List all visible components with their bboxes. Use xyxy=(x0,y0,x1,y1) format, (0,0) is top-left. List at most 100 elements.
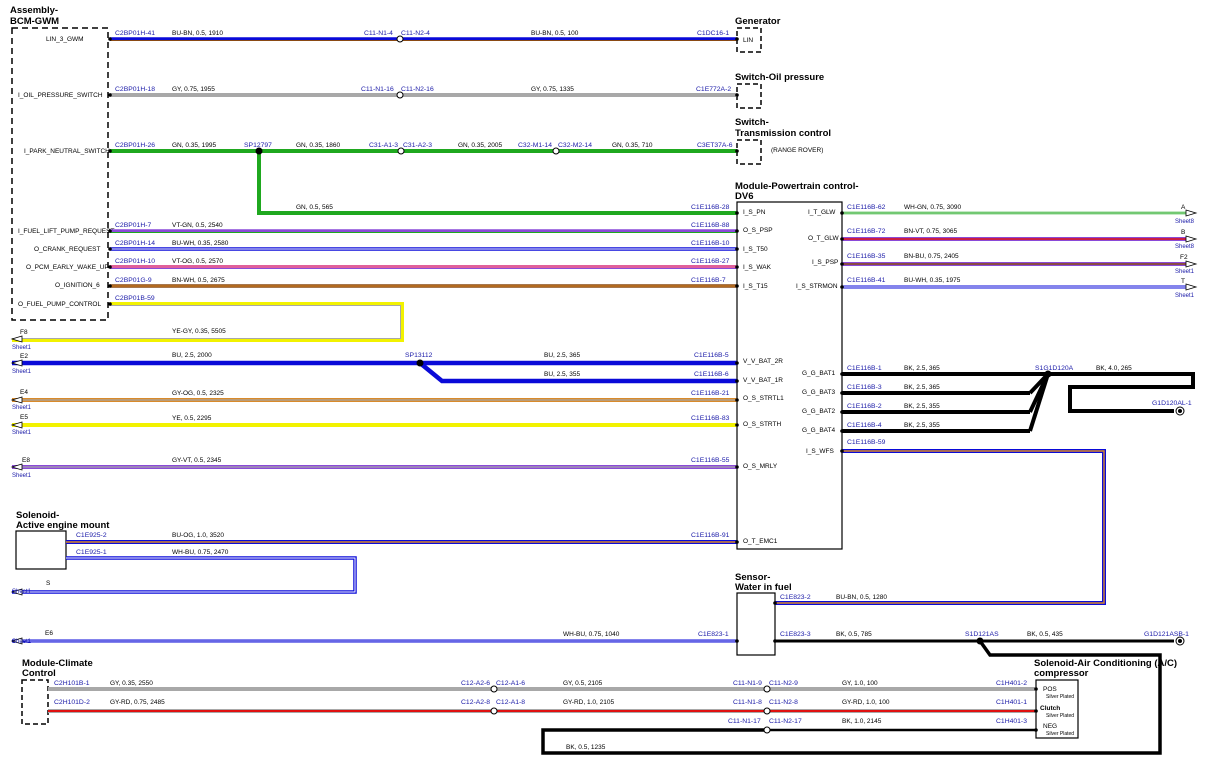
wire-label: BN-BU, 0.75, 2405 xyxy=(904,253,959,260)
conn-label: C1E116B-28 xyxy=(691,204,730,211)
connector-labels: C2BP01H-41 C11-N1-4 C11-N2-4 C1DC16-1 C2… xyxy=(54,30,1192,725)
offsheet-e4-sheet[interactable]: Sheet1 xyxy=(12,405,32,411)
wire-label: GY, 0.35, 2550 xyxy=(110,680,153,687)
conn-label: C2BP01B-59 xyxy=(115,295,155,302)
wire-label: GY, 0.75, 1335 xyxy=(531,86,574,93)
oil-switch-box xyxy=(736,83,762,109)
ac-plating-2: Silver Plated xyxy=(1046,713,1074,719)
wire-wake xyxy=(110,265,737,269)
pcm-pin-r3: I_S_PSP xyxy=(812,259,838,266)
conn-label: C1E116B-10 xyxy=(691,240,730,247)
climate-box xyxy=(21,679,49,725)
conn-label: G1D120AL-1 xyxy=(1152,400,1192,407)
pcm-pin-l8: O_S_STRTL1 xyxy=(743,395,784,402)
pcm-pin-r6: G_G_BAT3 xyxy=(802,389,836,396)
offsheet-e5-sheet[interactable]: Sheet1 xyxy=(12,430,32,436)
wire-label: BU-BN, 0.5, 1280 xyxy=(836,594,887,601)
pcm-pin-l10: O_S_MRLY xyxy=(743,463,778,470)
conn-label: C1E925-2 xyxy=(76,532,107,539)
offsheet-e8-sheet[interactable]: Sheet1 xyxy=(12,473,32,479)
conn-label: C1DC16-1 xyxy=(697,30,729,37)
offsheet-e6-sheet[interactable]: Sheet1 xyxy=(12,639,32,645)
wire-wfs xyxy=(775,449,1106,605)
ac-plating-3: Silver Plated xyxy=(1046,731,1074,737)
offsheet-a: A xyxy=(1181,204,1186,211)
wire-label: BK, 1.0, 2145 xyxy=(842,718,882,725)
offsheet-t-sheet[interactable]: Sheet1 xyxy=(1175,293,1195,299)
wire-label: WH-BU, 0.75, 2470 xyxy=(172,549,229,556)
bcm-pin-5: O_CRANK_REQUEST xyxy=(34,246,100,253)
wire-label: BU-OG, 1.0, 3520 xyxy=(172,532,224,539)
wire-label: BK, 4.0, 265 xyxy=(1096,365,1132,372)
conn-label: S1D121AS xyxy=(965,631,999,638)
offsheet-f8-sheet[interactable]: Sheet1 xyxy=(12,345,32,351)
wire-label: BU-BN, 0.5, 1910 xyxy=(172,30,223,37)
wire-label: BK, 2.5, 355 xyxy=(904,403,940,410)
wire-label: YE-GY, 0.35, 5505 xyxy=(172,328,226,335)
wire-label: BK, 0.5, 435 xyxy=(1027,631,1063,638)
conn-label: C1E925-1 xyxy=(76,549,107,556)
wire-label: GY, 0.5, 2105 xyxy=(563,680,603,687)
conn-label: C1E116B-41 xyxy=(847,277,886,284)
bcm-title-2: BCM-GWM xyxy=(10,16,59,27)
ac-pin-neg: NEG xyxy=(1043,723,1057,730)
conn-label: C1E116B-72 xyxy=(847,228,886,235)
bcm-pin-3: I_PARK_NEUTRAL_SWITCH xyxy=(24,148,110,155)
conn-label: C1E116B-62 xyxy=(847,204,886,211)
offsheet-b-sheet[interactable]: Sheet8 xyxy=(1175,244,1195,250)
offsheet-s-sheet[interactable]: Sheet1 xyxy=(12,589,32,595)
wire-label: WH-BU, 0.75, 1040 xyxy=(563,631,620,638)
wire-label: BU-BN, 0.5, 100 xyxy=(531,30,579,37)
conn-label: C12-A1-6 xyxy=(496,680,525,687)
wire-label: YE, 0.5, 2295 xyxy=(172,415,212,422)
wif-title-2: Water in fuel xyxy=(735,582,792,593)
conn-label: C2BP01H-18 xyxy=(115,86,155,93)
aem-title-2: Active engine mount xyxy=(16,520,110,531)
pcm-pin-l3: I_S_T50 xyxy=(743,246,768,253)
splices xyxy=(255,147,1052,645)
offsheet-f2-sheet[interactable]: Sheet1 xyxy=(1175,269,1195,275)
pcm-pin-l11: O_T_EMC1 xyxy=(743,538,778,545)
aem-box xyxy=(15,530,67,570)
conn-label: C1E116B-7 xyxy=(691,277,726,284)
wire-label: BN-WH, 0.5, 2675 xyxy=(172,277,225,284)
conn-label: C1H401-2 xyxy=(996,680,1027,687)
wire-label: GN, 0.35, 1995 xyxy=(172,142,216,149)
bcm-pin-2: I_OIL_PRESSURE_SWITCH xyxy=(18,92,103,99)
bcm-box xyxy=(11,27,109,321)
conn-label: C1E116B-91 xyxy=(691,532,730,539)
wire-label: WH-GN, 0.75, 3090 xyxy=(904,204,961,211)
conn-label: C2BP01H-26 xyxy=(115,142,155,149)
conn-label: G1D121ASB-1 xyxy=(1144,631,1189,638)
conn-label: C31-A1-3 xyxy=(369,142,398,149)
conn-label: C11-N2-17 xyxy=(769,718,802,725)
pcm-title-2: DV6 xyxy=(735,191,753,202)
conn-label: C1E116B-1 xyxy=(847,365,882,372)
ground-symbols xyxy=(1175,406,1185,646)
ac-pin-pos: POS xyxy=(1043,686,1057,693)
offsheet-arrows-left xyxy=(10,335,23,645)
inline-connectors xyxy=(396,35,771,734)
tcs-box xyxy=(736,139,762,165)
wire-label: VT-GN, 0.5, 2540 xyxy=(172,222,223,229)
tcs-title-2: Transmission control xyxy=(735,128,831,139)
wire-fuel-lift xyxy=(110,229,737,233)
offsheet-e2-sheet[interactable]: Sheet1 xyxy=(12,369,32,375)
conn-label: C11-N1-16 xyxy=(361,86,394,93)
wire-label: GY, 0.75, 1955 xyxy=(172,86,215,93)
ac-title-2: compressor xyxy=(1034,668,1089,679)
offsheet-a-sheet[interactable]: Sheet8 xyxy=(1175,219,1195,225)
wire-label: GY-RD, 1.0, 2105 xyxy=(563,699,614,706)
pcm-pin-l2: O_S_PSP xyxy=(743,227,773,234)
wire-label: BU-WH, 0.35, 2580 xyxy=(172,240,229,247)
bcm-pin-4: I_FUEL_LIFT_PUMP_REQUEST xyxy=(18,228,114,235)
pcm-pin-r5: G_G_BAT1 xyxy=(802,370,836,377)
offsheet-e6: E6 xyxy=(45,630,53,637)
pcm-pin-l9: O_S_STRTH xyxy=(743,421,781,428)
wire-label: BK, 0.5, 1235 xyxy=(566,744,606,751)
wire-label: BN-VT, 0.75, 3065 xyxy=(904,228,957,235)
wire-label: BK, 2.5, 365 xyxy=(904,365,940,372)
wire-label: GY-OG, 0.5, 2325 xyxy=(172,390,224,397)
offsheet-t: T xyxy=(1181,278,1185,285)
wire-label: GY-VT, 0.5, 2345 xyxy=(172,457,222,464)
